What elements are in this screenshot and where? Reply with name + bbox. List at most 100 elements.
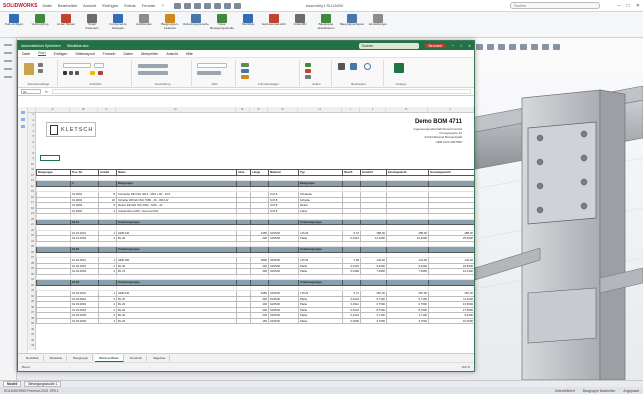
open-icon[interactable] [183, 2, 191, 9]
ribbon-bom[interactable]: Stückliste [238, 14, 258, 27]
column-header[interactable]: A [36, 107, 70, 112]
conditional-format-icon[interactable] [241, 63, 249, 67]
column-header[interactable]: J [360, 107, 386, 112]
formula-input[interactable] [51, 89, 471, 94]
scene-icon[interactable] [553, 44, 560, 50]
sheet-tab[interactable]: Deckblatt [22, 355, 44, 361]
analyze-data-icon[interactable] [394, 63, 404, 73]
sort-filter-icon[interactable] [350, 63, 357, 70]
tree-item[interactable] [4, 44, 12, 46]
ribbon-settings[interactable]: Einstellungen [368, 14, 388, 27]
row-header[interactable]: 43 [28, 344, 35, 350]
close-icon[interactable]: ✕ [468, 44, 471, 48]
sheet-tab[interactable]: Baugruppe [69, 355, 94, 361]
select-all-corner[interactable] [28, 107, 36, 112]
name-box[interactable]: A1 [21, 89, 41, 94]
sheet-tab[interactable]: Sägeliste [149, 355, 171, 361]
zoom-area-icon[interactable] [487, 44, 494, 50]
table-cell[interactable]: S235JR [268, 317, 299, 324]
minimize-icon[interactable]: ─ [451, 44, 453, 48]
column-header[interactable]: G [268, 107, 298, 112]
underline-icon[interactable] [75, 71, 79, 75]
sheet-tab[interactable]: Werkstoffliste [95, 354, 124, 362]
format-as-table-icon[interactable] [241, 69, 249, 73]
minimize-icon[interactable]: ─ [617, 3, 621, 9]
column-header[interactable]: K [386, 107, 428, 112]
column-header[interactable]: L [428, 107, 474, 112]
cad-menu-tools[interactable]: Extras [124, 3, 135, 8]
column-header[interactable]: E [236, 107, 250, 112]
new-icon[interactable] [173, 2, 181, 9]
paste-icon[interactable] [24, 63, 34, 75]
cad-menu-help[interactable]: ? [162, 3, 164, 8]
table-cell[interactable] [236, 317, 251, 324]
ribbon-assembly-features[interactable]: Baugruppen-Features [160, 14, 180, 30]
tab-home[interactable]: Start [38, 51, 46, 56]
number-format-select[interactable] [197, 63, 227, 68]
column-header[interactable]: I [342, 107, 360, 112]
indent-icons[interactable] [138, 71, 168, 75]
ribbon-mate[interactable]: Verknüpfung [30, 14, 50, 27]
align-icons[interactable] [138, 64, 168, 68]
copy-icon[interactable] [38, 69, 43, 73]
font-color-icon[interactable] [98, 71, 103, 75]
ribbon-reference-geometry[interactable]: Referenzgeometrie [183, 14, 209, 27]
section-view-icon[interactable] [498, 44, 505, 50]
tree-item[interactable] [4, 52, 12, 54]
ribbon-update-assembly[interactable]: Baugruppe aktualisieren [316, 14, 336, 30]
excel-search-input[interactable]: Suchen [359, 42, 420, 49]
tab-review[interactable]: Überprüfen [141, 52, 159, 56]
options-icon[interactable] [233, 2, 241, 9]
cad-menu-edit[interactable]: Bearbeiten [58, 3, 77, 8]
status-units[interactable]: Angepasst [623, 389, 639, 393]
tab-help[interactable]: Hilfe [186, 52, 193, 56]
table-cell[interactable]: 15,0000 [428, 317, 474, 324]
ribbon-assembly-layout[interactable]: Baugruppenlayout [340, 14, 364, 27]
tab-page-layout[interactable]: Seitenlayout [75, 52, 94, 56]
view-orientation-icon[interactable] [509, 44, 516, 50]
tab-insert[interactable]: Einfügen [54, 52, 68, 56]
font-name-select[interactable] [63, 63, 91, 68]
table-cell[interactable]: 3,7500 [386, 317, 429, 324]
ribbon-insert-components[interactable]: Teile einfügen [4, 14, 24, 27]
tab-formulas[interactable]: Formeln [103, 52, 116, 56]
table-cell[interactable]: BL 20 [116, 317, 237, 324]
tree-item[interactable] [4, 68, 12, 70]
tree-item[interactable] [4, 60, 12, 62]
user-badge[interactable]: Benutzer [425, 43, 446, 48]
bold-icon[interactable] [63, 71, 67, 75]
insert-cells-icon[interactable] [305, 63, 311, 67]
sheet-tab[interactable]: Zuschnitt [126, 355, 148, 361]
cad-menu-insert[interactable]: Einfügen [102, 3, 118, 8]
outline-button[interactable] [21, 125, 25, 128]
column-header[interactable]: B [70, 107, 98, 112]
maximize-icon[interactable]: □ [627, 3, 630, 9]
table-cell[interactable]: 4 [98, 317, 117, 324]
font-size-select[interactable] [94, 63, 104, 68]
outline-button[interactable] [21, 118, 25, 121]
ribbon-instant3d[interactable]: Instant3D [290, 14, 310, 27]
italic-icon[interactable] [69, 71, 73, 75]
tab-view[interactable]: Ansicht [166, 52, 177, 56]
number-format-icons[interactable] [197, 71, 221, 75]
selected-cell[interactable] [40, 155, 60, 161]
table-cell[interactable]: 0,0090 [342, 317, 361, 324]
zoom-fit-icon[interactable] [476, 44, 483, 50]
fill-color-icon[interactable] [90, 71, 95, 75]
tab-data[interactable]: Daten [124, 52, 133, 56]
column-header[interactable]: C [98, 107, 116, 112]
table-cell[interactable]: 01.03.0006 [70, 317, 99, 324]
rebuild-icon[interactable] [223, 2, 231, 9]
hide-show-icon[interactable] [531, 44, 538, 50]
ribbon-linear-pattern[interactable]: Linear Muster [56, 14, 76, 27]
maximize-icon[interactable]: □ [460, 44, 462, 48]
zoom-level[interactable]: 100 % [461, 365, 470, 369]
table-cell[interactable]: Platte [298, 317, 343, 324]
sheet-tab[interactable]: Stückliste [46, 355, 68, 361]
ribbon-smart-fasteners[interactable]: Smart Fasteners [82, 14, 102, 30]
table-cell[interactable]: 150 [250, 317, 269, 324]
undo-icon[interactable] [213, 2, 221, 9]
cad-menu-window[interactable]: Fenster [142, 3, 156, 8]
table-cell[interactable]: 3,7500 [360, 317, 387, 324]
autosum-icon[interactable] [338, 63, 345, 70]
